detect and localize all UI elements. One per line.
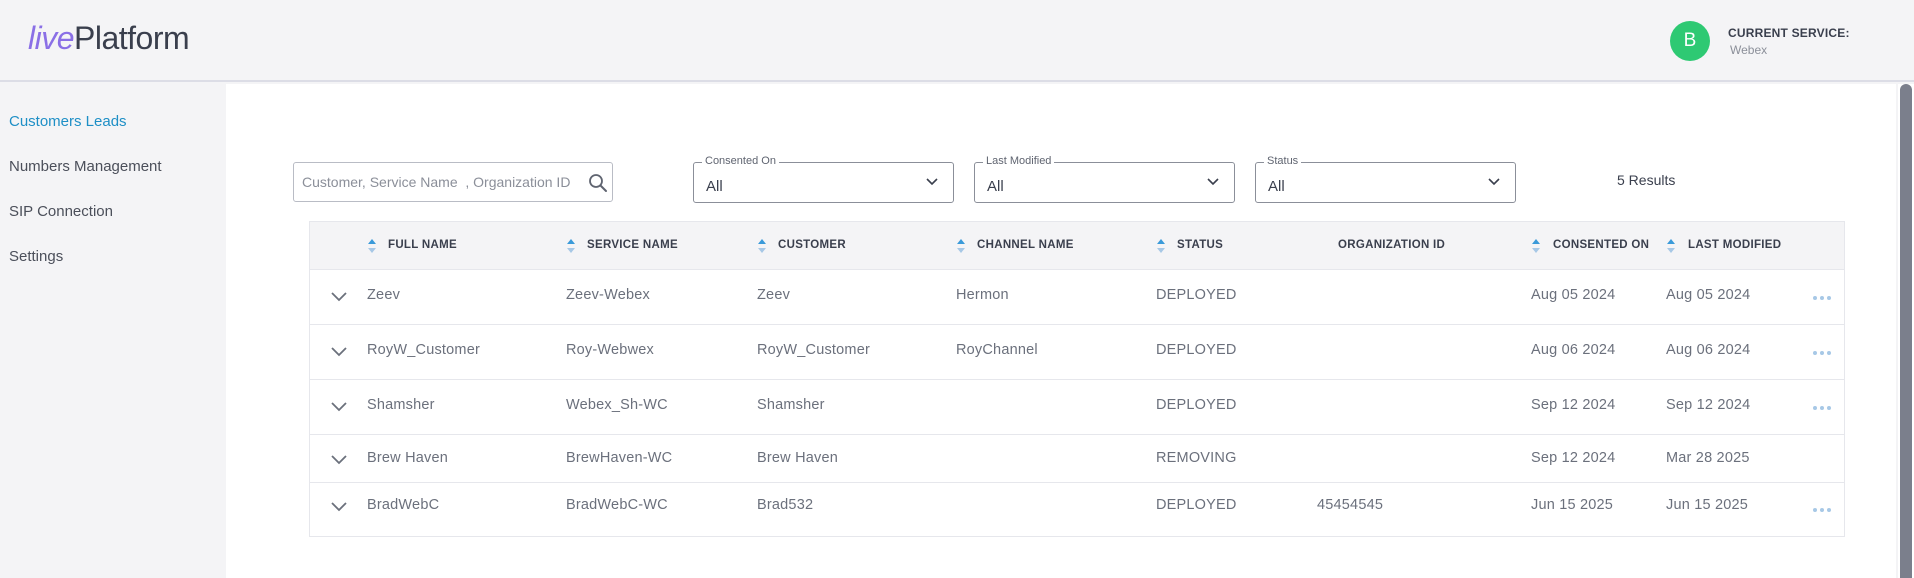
- table-row[interactable]: Zeev Zeev-Webex Zeev Hermon DEPLOYED Aug…: [310, 269, 1844, 324]
- sidebar-item-sip-connection[interactable]: SIP Connection: [9, 203, 113, 220]
- cell-customer: RoyW_Customer: [757, 342, 870, 358]
- cell-full-name: Brew Haven: [367, 450, 448, 466]
- cell-customer: Shamsher: [757, 397, 825, 413]
- sort-icon[interactable]: [956, 238, 966, 254]
- chevron-down-icon: [926, 178, 938, 186]
- sidebar-item-settings[interactable]: Settings: [9, 248, 63, 265]
- last-modified-value: All: [987, 178, 1004, 195]
- cell-status: DEPLOYED: [1156, 287, 1237, 303]
- cell-service-name: Webex_Sh-WC: [566, 397, 668, 413]
- page-scrollbar[interactable]: [1898, 84, 1914, 578]
- table-row[interactable]: RoyW_Customer Roy-Webwex RoyW_Customer R…: [310, 324, 1844, 379]
- consented-on-select[interactable]: Consented On All: [693, 155, 954, 203]
- column-header-last-modified[interactable]: LAST MODIFIED: [1688, 239, 1781, 251]
- column-header-customer[interactable]: CUSTOMER: [778, 239, 846, 251]
- app-header: live Platform B CURRENT SERVICE: Webex: [0, 0, 1914, 82]
- more-options-icon[interactable]: [1812, 295, 1832, 301]
- column-header-organization-id: ORGANIZATION ID: [1338, 239, 1446, 251]
- cell-customer: Zeev: [757, 287, 791, 303]
- sort-icon[interactable]: [1666, 238, 1676, 254]
- chevron-down-icon[interactable]: [330, 346, 348, 358]
- cell-full-name: Zeev: [367, 287, 401, 303]
- cell-full-name: BradWebC: [367, 497, 440, 513]
- cell-customer: Brad532: [757, 497, 814, 513]
- cell-customer: Brew Haven: [757, 450, 838, 466]
- current-service-value: Webex: [1730, 43, 1768, 57]
- sort-icon[interactable]: [757, 238, 767, 254]
- chevron-down-icon[interactable]: [330, 291, 348, 303]
- column-header-service-name[interactable]: SERVICE NAME: [587, 239, 678, 251]
- leads-table: FULL NAME SERVICE NAME CUSTOMER CHANNEL …: [309, 221, 1845, 537]
- consented-on-value: All: [706, 178, 723, 195]
- chevron-down-icon: [1488, 178, 1500, 186]
- cell-last-modified: Sep 12 2024: [1666, 397, 1751, 413]
- cell-service-name: BrewHaven-WC: [566, 450, 673, 466]
- cell-status: REMOVING: [1156, 450, 1237, 466]
- cell-channel-name: Hermon: [956, 287, 1009, 303]
- cell-last-modified: Jun 15 2025: [1666, 497, 1749, 513]
- cell-consented-on: Jun 15 2025: [1531, 497, 1614, 513]
- more-options-icon[interactable]: [1812, 350, 1832, 356]
- table-header: FULL NAME SERVICE NAME CUSTOMER CHANNEL …: [310, 222, 1844, 269]
- status-label: Status: [1264, 155, 1302, 167]
- sort-icon[interactable]: [566, 238, 576, 254]
- status-select[interactable]: Status All: [1255, 155, 1516, 203]
- liveplatform-logo[interactable]: live Platform: [28, 18, 190, 58]
- cell-service-name: Zeev-Webex: [566, 287, 650, 303]
- column-header-status[interactable]: STATUS: [1177, 239, 1223, 251]
- cell-last-modified: Aug 05 2024: [1666, 287, 1751, 303]
- cell-status: DEPLOYED: [1156, 342, 1237, 358]
- chevron-down-icon[interactable]: [330, 401, 348, 413]
- column-header-consented-on[interactable]: CONSENTED ON: [1553, 239, 1649, 251]
- cell-status: DEPLOYED: [1156, 497, 1237, 513]
- cell-consented-on: Aug 05 2024: [1531, 287, 1616, 303]
- more-options-icon[interactable]: [1812, 507, 1832, 513]
- cell-full-name: Shamsher: [367, 397, 435, 413]
- sidebar-item-customers-leads[interactable]: Customers Leads: [9, 113, 127, 130]
- cell-last-modified: Mar 28 2025: [1666, 450, 1750, 466]
- chevron-down-icon[interactable]: [330, 501, 348, 513]
- cell-service-name: Roy-Webwex: [566, 342, 654, 358]
- chevron-down-icon[interactable]: [330, 454, 348, 466]
- sidebar-item-numbers-management[interactable]: Numbers Management: [9, 158, 162, 175]
- search-icon[interactable]: [588, 173, 608, 193]
- chevron-down-icon: [1207, 178, 1219, 186]
- search-input[interactable]: [302, 171, 582, 193]
- sort-icon[interactable]: [367, 238, 377, 254]
- search-box[interactable]: [293, 162, 613, 202]
- consented-on-label: Consented On: [702, 155, 779, 167]
- current-service-label: CURRENT SERVICE:: [1728, 26, 1850, 40]
- logo-platform-text: Platform: [74, 19, 190, 56]
- last-modified-label: Last Modified: [983, 155, 1055, 167]
- cell-consented-on: Aug 06 2024: [1531, 342, 1616, 358]
- last-modified-select[interactable]: Last Modified All: [974, 155, 1235, 203]
- table-row[interactable]: BradWebC BradWebC-WC Brad532 DEPLOYED 45…: [310, 482, 1844, 536]
- more-options-icon[interactable]: [1812, 405, 1832, 411]
- scrollbar-thumb[interactable]: [1900, 84, 1912, 578]
- cell-status: DEPLOYED: [1156, 397, 1237, 413]
- column-header-channel-name[interactable]: CHANNEL NAME: [977, 239, 1074, 251]
- status-value: All: [1268, 178, 1285, 195]
- cell-organization-id: 45454545: [1317, 497, 1384, 513]
- table-row[interactable]: Shamsher Webex_Sh-WC Shamsher DEPLOYED S…: [310, 379, 1844, 434]
- sort-icon[interactable]: [1531, 238, 1541, 254]
- cell-service-name: BradWebC-WC: [566, 497, 668, 513]
- table-row[interactable]: Brew Haven BrewHaven-WC Brew Haven REMOV…: [310, 434, 1844, 482]
- sort-icon[interactable]: [1156, 238, 1166, 254]
- cell-last-modified: Aug 06 2024: [1666, 342, 1751, 358]
- cell-full-name: RoyW_Customer: [367, 342, 480, 358]
- column-header-full-name[interactable]: FULL NAME: [388, 239, 457, 251]
- cell-consented-on: Sep 12 2024: [1531, 450, 1616, 466]
- user-avatar[interactable]: B: [1670, 21, 1710, 61]
- results-count: 5 Results: [1617, 172, 1676, 188]
- logo-live-text: live: [28, 19, 75, 56]
- cell-consented-on: Sep 12 2024: [1531, 397, 1616, 413]
- sidebar: Customers Leads Numbers Management SIP C…: [0, 84, 226, 578]
- cell-channel-name: RoyChannel: [956, 342, 1038, 358]
